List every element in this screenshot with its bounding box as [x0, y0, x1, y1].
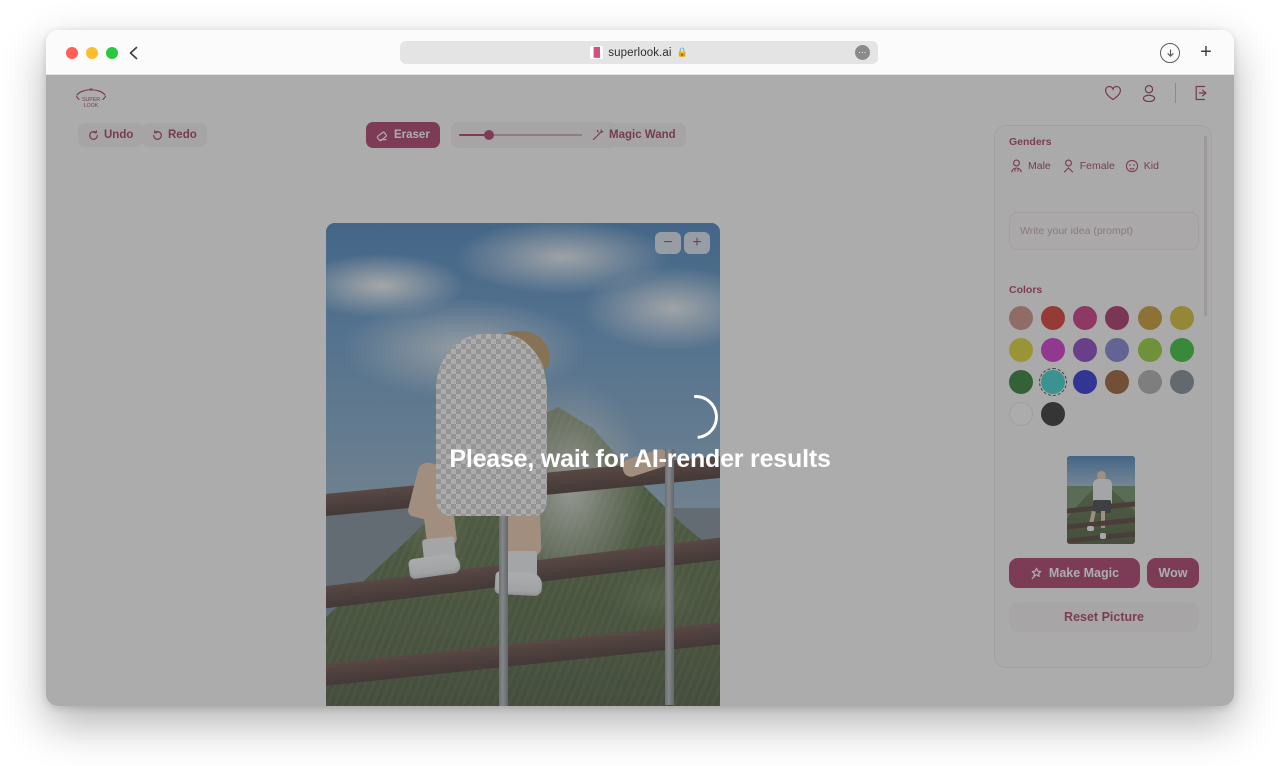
window-traffic-lights — [66, 47, 118, 59]
superlook-favicon-icon: █ — [590, 46, 604, 59]
loading-overlay: Please, wait for AI-render results — [46, 75, 1234, 706]
url-text: superlook.ai — [608, 46, 672, 59]
download-icon[interactable] — [1160, 43, 1180, 63]
plus-icon[interactable]: + — [1196, 42, 1216, 62]
loading-message: Please, wait for AI-render results — [449, 445, 831, 473]
back-icon[interactable] — [122, 42, 144, 64]
lock-icon: 🔒 — [676, 47, 688, 57]
close-window-button[interactable] — [66, 47, 78, 59]
browser-titlebar: █ superlook.ai 🔒 ⋯ + — [46, 30, 1234, 75]
more-dots-icon[interactable]: ⋯ — [855, 45, 870, 60]
minimize-window-button[interactable] — [86, 47, 98, 59]
maximize-window-button[interactable] — [106, 47, 118, 59]
spinner-icon — [665, 386, 727, 448]
browser-window: █ superlook.ai 🔒 ⋯ + ★ SUPER LOOK — [46, 30, 1234, 706]
superlook-app: ★ SUPER LOOK — [46, 75, 1234, 706]
address-bar[interactable]: █ superlook.ai 🔒 ⋯ — [400, 41, 878, 64]
